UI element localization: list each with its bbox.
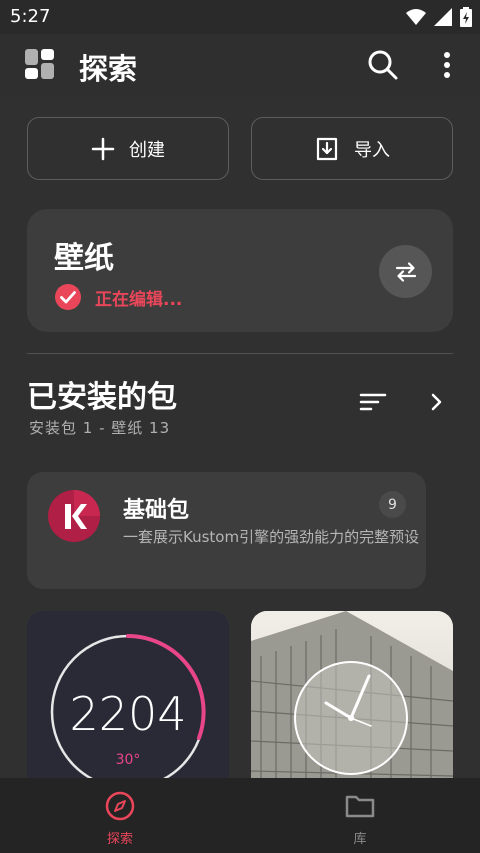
create-label: 创建	[129, 139, 165, 161]
folder-icon	[345, 795, 375, 818]
status-time: 5:27	[10, 6, 51, 27]
editing-status: 正在编辑...	[54, 283, 182, 311]
more-options-button[interactable]	[432, 48, 462, 82]
nav-library[interactable]: 库	[240, 778, 480, 853]
analog-clock-preview	[251, 611, 453, 778]
package-description: 一套展示Kustom引擎的强劲能力的完整预设	[123, 528, 420, 546]
package-card[interactable]: 基础包 一套展示Kustom引擎的强劲能力的完整预设 9	[27, 472, 426, 589]
sort-icon	[359, 393, 387, 411]
wifi-icon	[406, 9, 426, 25]
preview-time: 2204	[69, 687, 186, 741]
import-icon	[316, 137, 338, 160]
preview-card-digital-clock[interactable]: 2204 30°	[27, 611, 229, 778]
kustom-logo-icon	[48, 490, 100, 542]
bottom-nav: 探索 库	[0, 778, 480, 853]
nav-explore-label: 探索	[106, 832, 133, 847]
editing-status-text: 正在编辑...	[95, 289, 183, 310]
installed-packages-title: 已安装的包	[27, 380, 177, 415]
main-content: 创建 导入 壁纸 正在编辑... 已安装的包 安装包 1 - 壁纸 13 基础包…	[0, 96, 480, 778]
switch-wallpaper-button[interactable]	[379, 245, 432, 298]
sort-button[interactable]	[358, 390, 388, 414]
compass-icon	[105, 791, 135, 821]
wallpaper-card[interactable]: 壁纸 正在编辑...	[27, 209, 453, 332]
page-title: 探索	[79, 52, 138, 86]
import-label: 导入	[354, 139, 390, 161]
more-vert-icon	[444, 52, 450, 78]
divider	[27, 353, 453, 354]
plus-icon	[91, 137, 115, 160]
swap-icon	[395, 261, 416, 282]
status-bar: 5:27	[0, 0, 480, 34]
installed-packages-subtitle: 安装包 1 - 壁纸 13	[29, 419, 171, 437]
nav-library-label: 库	[353, 832, 367, 847]
chevron-right-icon	[431, 393, 442, 411]
app-bar: 探索	[0, 34, 480, 96]
digital-clock-preview: 2204 30°	[50, 634, 206, 778]
package-count-badge: 9	[379, 491, 406, 518]
app-logo-icon	[25, 49, 54, 79]
import-button[interactable]: 导入	[251, 117, 453, 180]
nav-explore[interactable]: 探索	[0, 778, 240, 853]
create-button[interactable]: 创建	[27, 117, 229, 180]
battery-charging-icon	[460, 7, 472, 27]
signal-icon	[434, 8, 452, 26]
installed-packages-next-button[interactable]	[426, 390, 448, 414]
check-circle-icon	[55, 284, 81, 310]
package-name: 基础包	[123, 498, 190, 523]
wallpaper-title: 壁纸	[54, 241, 114, 276]
preview-temperature: 30°	[116, 752, 141, 768]
status-icons	[406, 7, 472, 27]
preview-card-analog-clock[interactable]	[251, 611, 453, 778]
search-button[interactable]	[366, 48, 400, 82]
search-icon	[368, 50, 398, 80]
